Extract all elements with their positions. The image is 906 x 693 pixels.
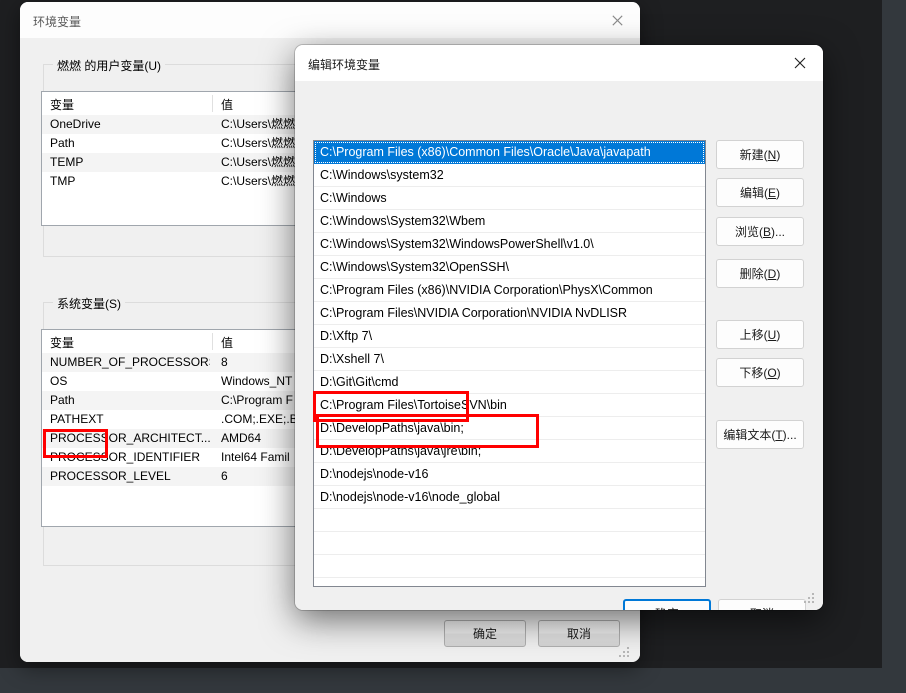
- path-entry-row[interactable]: C:\Windows\System32\Wbem: [314, 210, 705, 233]
- path-entry-row[interactable]: C:\Windows: [314, 187, 705, 210]
- path-entry-row-empty[interactable]: [314, 509, 705, 532]
- button-label: 删除(: [739, 267, 768, 281]
- button-label: 新建(: [739, 148, 768, 162]
- main-cancel-button[interactable]: 取消: [538, 620, 620, 647]
- button-accelerator: D: [767, 266, 777, 281]
- variable-name-cell: PROCESSOR_LEVEL: [50, 469, 171, 483]
- system-variables-legend: 系统变量(S): [53, 295, 125, 312]
- button-label: 编辑(: [739, 186, 768, 200]
- close-icon[interactable]: [594, 2, 640, 38]
- column-header-variable[interactable]: 变量: [50, 96, 74, 113]
- path-entry-row[interactable]: C:\Program Files\NVIDIA Corporation\NVID…: [314, 302, 705, 325]
- button-label: 编辑文本(: [723, 428, 776, 442]
- edit-environment-variable-dialog: 编辑环境变量 C:\Program Files (x86)\Common Fil…: [295, 45, 823, 610]
- column-header-variable[interactable]: 变量: [50, 334, 74, 351]
- variable-name-cell: Path: [50, 393, 75, 407]
- variable-name-cell: PATHEXT: [50, 412, 104, 426]
- resize-grip[interactable]: [804, 593, 816, 605]
- button-accelerator: N: [767, 147, 777, 162]
- button-accelerator: B: [762, 224, 771, 239]
- close-icon[interactable]: [777, 45, 823, 81]
- path-entry-row[interactable]: C:\Program Files (x86)\Common Files\Orac…: [314, 141, 705, 164]
- button-accelerator: U: [767, 327, 777, 342]
- button-label: 下移(: [739, 366, 768, 380]
- path-entry-row-empty[interactable]: [314, 555, 705, 578]
- button-accelerator: O: [767, 365, 777, 380]
- button-label-suffix: ): [776, 365, 781, 380]
- path-entry-row-empty[interactable]: [314, 532, 705, 555]
- variable-name-cell: TMP: [50, 174, 76, 188]
- button-label-suffix: )...: [771, 224, 785, 239]
- variable-name-cell: PROCESSOR_ARCHITECT...: [50, 431, 210, 445]
- move-up-button[interactable]: 上移(U): [716, 320, 804, 349]
- path-entry-row[interactable]: D:\nodejs\node-v16\node_global: [314, 486, 705, 509]
- path-entry-row-empty[interactable]: [314, 578, 705, 586]
- path-entry-row[interactable]: C:\Program Files (x86)\NVIDIA Corporatio…: [314, 279, 705, 302]
- dialog-cancel-button[interactable]: 取消: [718, 599, 806, 610]
- button-label: 浏览(: [734, 225, 763, 239]
- new-button[interactable]: 新建(N): [716, 140, 804, 169]
- column-divider[interactable]: [212, 333, 213, 350]
- path-entry-row[interactable]: D:\DevelopPaths\java\jre\bin;: [314, 440, 705, 463]
- delete-button[interactable]: 删除(D): [716, 259, 804, 288]
- path-entry-row[interactable]: C:\Program Files\TortoiseSVN\bin: [314, 394, 705, 417]
- main-ok-button[interactable]: 确定: [444, 620, 526, 647]
- variable-name-cell: OneDrive: [50, 117, 101, 131]
- button-accelerator: T: [775, 427, 783, 442]
- main-window-titlebar: 环境变量: [20, 2, 640, 38]
- column-header-value[interactable]: 值: [221, 334, 233, 351]
- button-label-suffix: ): [776, 327, 781, 342]
- main-window-title: 环境变量: [33, 15, 82, 29]
- dialog-ok-button[interactable]: 确定: [623, 599, 711, 610]
- button-accelerator: E: [767, 185, 776, 200]
- variable-name-cell: TEMP: [50, 155, 84, 169]
- variable-name-cell: NUMBER_OF_PROCESSORS: [50, 355, 210, 369]
- column-header-value[interactable]: 值: [221, 96, 233, 113]
- dialog-titlebar: 编辑环境变量: [295, 45, 823, 81]
- dialog-title: 编辑环境变量: [308, 58, 381, 72]
- dialog-body: C:\Program Files (x86)\Common Files\Orac…: [295, 81, 823, 610]
- path-entry-row[interactable]: C:\Windows\System32\OpenSSH\: [314, 256, 705, 279]
- variable-name-cell: OS: [50, 374, 68, 388]
- path-entry-row[interactable]: C:\Windows\system32: [314, 164, 705, 187]
- path-entry-row[interactable]: D:\nodejs\node-v16: [314, 463, 705, 486]
- button-label-suffix: )...: [782, 427, 797, 442]
- button-label: 上移(: [739, 328, 768, 342]
- column-divider[interactable]: [212, 95, 213, 112]
- edit-button[interactable]: 编辑(E): [716, 178, 804, 207]
- button-label-suffix: ): [776, 266, 781, 281]
- button-label-suffix: ): [776, 185, 780, 200]
- resize-grip[interactable]: [619, 647, 631, 659]
- path-entry-row[interactable]: D:\Git\Git\cmd: [314, 371, 705, 394]
- user-variables-legend: 燃燃 的用户变量(U): [53, 57, 165, 74]
- move-down-button[interactable]: 下移(O): [716, 358, 804, 387]
- path-entries-listbox[interactable]: C:\Program Files (x86)\Common Files\Orac…: [313, 140, 706, 587]
- path-entry-row[interactable]: D:\DevelopPaths\java\bin;: [314, 417, 705, 440]
- path-entry-row[interactable]: D:\Xftp 7\: [314, 325, 705, 348]
- browse-button[interactable]: 浏览(B)...: [716, 217, 804, 246]
- path-entry-row[interactable]: C:\Windows\System32\WindowsPowerShell\v1…: [314, 233, 705, 256]
- variable-name-cell: Path: [50, 136, 75, 150]
- path-entry-row[interactable]: D:\Xshell 7\: [314, 348, 705, 371]
- edit-text-button[interactable]: 编辑文本(T)...: [716, 420, 804, 449]
- button-label-suffix: ): [776, 147, 781, 162]
- variable-name-cell: PROCESSOR_IDENTIFIER: [50, 450, 201, 464]
